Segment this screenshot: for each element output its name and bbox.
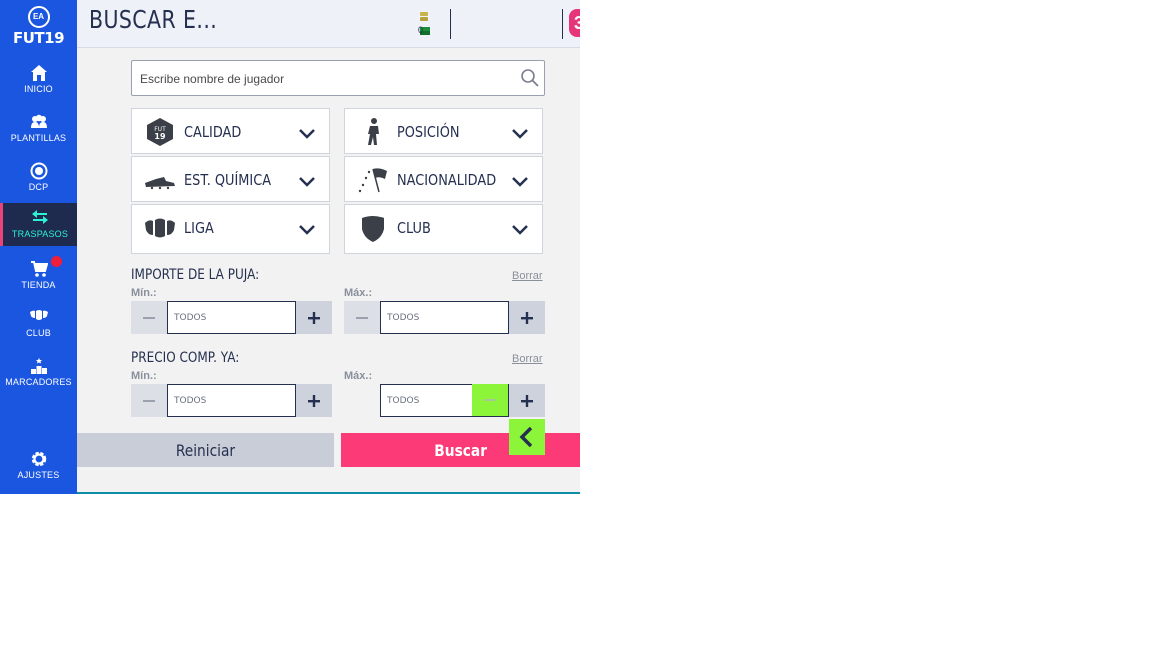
buy-now-min-input[interactable] [168, 385, 295, 416]
sidebar-item-plantillas[interactable]: PLANTILLAS [0, 109, 77, 155]
coin-balance: 0 [418, 25, 424, 35]
buy-now-min-label: Mín.: [131, 370, 157, 382]
filter-label: CALIDAD [184, 123, 242, 141]
chevron-down-icon [299, 222, 315, 240]
club-icon [0, 308, 77, 328]
bid-max-increment-button[interactable] [509, 301, 545, 334]
sidebar: EA FUT19 INICIO PLANTILLAS DCP TRASPASOS… [0, 0, 77, 494]
chevron-down-icon [299, 174, 315, 192]
bid-price-title: IMPORTE DE LA PUJA: [131, 267, 260, 283]
back-arrow-button[interactable] [509, 419, 545, 455]
fut-web-app: EA FUT19 INICIO PLANTILLAS DCP TRASPASOS… [0, 0, 580, 494]
buy-now-max-label: Máx.: [344, 370, 373, 382]
bid-min-field[interactable] [167, 301, 296, 334]
bid-max-decrement-button[interactable] [344, 301, 380, 334]
search-button-label: Buscar [434, 440, 487, 460]
chevron-down-icon [512, 222, 528, 240]
sidebar-item-label: CLUB [26, 327, 51, 339]
sidebar-item-label: TIENDA [21, 279, 56, 291]
filter-label: CLUB [397, 219, 431, 237]
ea-logo-text: EA [27, 6, 50, 28]
filter-label: EST. QUÍMICA [184, 171, 272, 189]
buy-now-min-decrement-button[interactable] [131, 384, 167, 417]
header-badge[interactable]: 3 [569, 9, 580, 37]
buy-now-clear-link[interactable]: Borrar [512, 353, 543, 365]
sidebar-item-label: DCP [28, 181, 49, 193]
sidebar-item-label: PLANTILLAS [10, 132, 67, 144]
filter-chemistry-style[interactable]: EST. QUÍMICA [131, 156, 330, 202]
sidebar-item-marcadores[interactable]: MARCADORES [0, 353, 77, 399]
fut19-logo: EA FUT19 [0, 6, 77, 50]
league-icon [144, 213, 176, 243]
bid-max-field[interactable] [380, 301, 509, 334]
sidebar-item-club[interactable]: CLUB [0, 304, 77, 350]
bid-max-input[interactable] [381, 302, 508, 333]
buy-now-min-field[interactable] [167, 384, 296, 417]
sidebar-item-inicio[interactable]: INICIO [0, 60, 77, 106]
filter-nationality[interactable]: NACIONALIDAD [344, 156, 543, 202]
reset-button-label: Reiniciar [175, 440, 236, 460]
header-divider [562, 9, 563, 39]
bid-max-label: Máx.: [344, 287, 373, 299]
page-title: BUSCAR E... [89, 5, 218, 34]
sidebar-item-traspasos[interactable]: TRASPASOS [0, 203, 77, 246]
filter-label: POSICIÓN [397, 123, 460, 141]
sidebar-item-label: INICIO [24, 83, 53, 95]
buy-now-max-increment-button[interactable] [509, 384, 545, 417]
sidebar-item-tienda[interactable]: TIENDA [0, 256, 77, 302]
chevron-down-icon [512, 174, 528, 192]
club-shield-icon [357, 213, 389, 243]
filter-club[interactable]: CLUB [344, 204, 543, 254]
svg-text:19: 19 [154, 132, 166, 141]
bid-price-clear-link[interactable]: Borrar [512, 270, 543, 282]
fut-logo-text: FUT19 [12, 29, 65, 47]
sidebar-item-label: AJUSTES [17, 469, 60, 481]
bid-min-increment-button[interactable] [296, 301, 332, 334]
bid-min-label: Mín.: [131, 287, 157, 299]
sidebar-item-label: MARCADORES [5, 376, 72, 388]
chevron-down-icon [512, 126, 528, 144]
boot-icon [144, 165, 176, 195]
filter-league[interactable]: LIGA [131, 204, 330, 254]
quality-icon: FUT 19 [144, 117, 176, 147]
bid-min-input[interactable] [168, 302, 295, 333]
player-position-icon [357, 117, 389, 147]
home-icon [0, 64, 77, 84]
filter-label: NACIONALIDAD [397, 171, 497, 189]
reset-button[interactable]: Reiniciar [77, 433, 334, 467]
sidebar-item-dcp[interactable]: DCP [0, 158, 77, 204]
chevron-left-icon [519, 426, 533, 448]
sbc-icon [0, 162, 77, 182]
flag-icon [357, 165, 389, 195]
notification-dot [51, 256, 62, 267]
filter-quality[interactable]: FUT 19 CALIDAD [131, 108, 330, 154]
player-search-input[interactable] [138, 69, 512, 89]
top-header: BUSCAR E... 0 3 [77, 0, 580, 48]
transfers-icon [3, 209, 77, 229]
buy-now-min-increment-button[interactable] [296, 384, 332, 417]
header-divider [450, 9, 451, 39]
filter-label: LIGA [184, 219, 214, 237]
buy-now-max-decrement-button[interactable] [472, 384, 508, 416]
chevron-down-icon [299, 126, 315, 144]
leaderboards-icon [0, 357, 77, 377]
search-icon[interactable] [520, 68, 540, 93]
settings-icon [0, 450, 77, 470]
store-icon [0, 260, 77, 280]
sidebar-item-label: TRASPASOS [11, 228, 69, 240]
filter-position[interactable]: POSICIÓN [344, 108, 543, 154]
sidebar-item-ajustes[interactable]: AJUSTES [0, 446, 77, 492]
squads-icon [0, 113, 77, 133]
player-search-field[interactable] [131, 60, 545, 96]
bid-min-decrement-button[interactable] [131, 301, 167, 334]
buy-now-title: PRECIO COMP. YA: [131, 350, 240, 366]
footer-divider [77, 492, 580, 494]
